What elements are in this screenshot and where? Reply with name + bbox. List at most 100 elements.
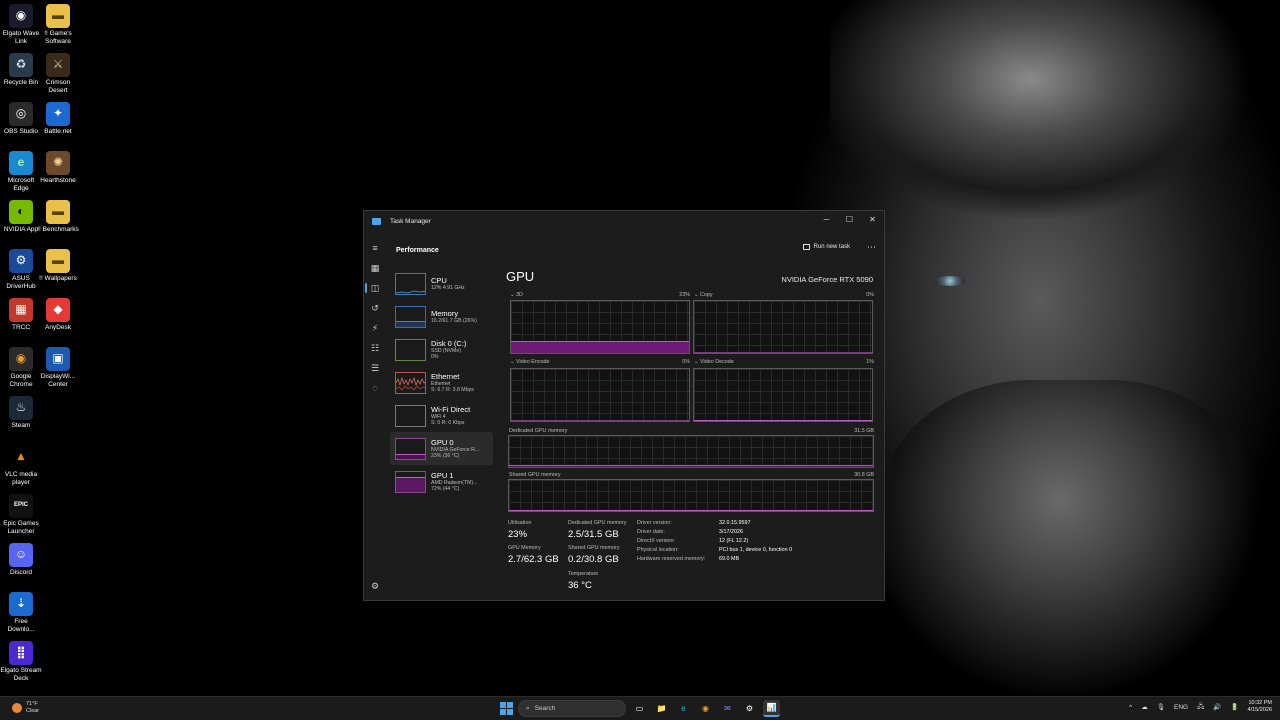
microphone-icon[interactable]: 🎙 bbox=[1157, 703, 1165, 711]
search-placeholder: Search bbox=[534, 705, 556, 712]
chrome-icon[interactable]: ◉ bbox=[697, 700, 714, 717]
desktop-icon[interactable]: ▣ DisplayWi... Center bbox=[37, 347, 79, 388]
battery-icon[interactable]: 🔋 bbox=[1230, 703, 1238, 711]
device-gpu-0[interactable]: GPU 0 NVIDIA GeForce R... 23% (36 °C) bbox=[390, 432, 493, 465]
desktop-icon-label: TRCC bbox=[11, 324, 31, 331]
desktop-app-icon: EPIC bbox=[9, 494, 33, 518]
processes-nav-icon[interactable]: ▦ bbox=[364, 259, 386, 277]
desktop-app-icon: ▦ bbox=[9, 298, 33, 322]
start-button-icon[interactable] bbox=[500, 702, 513, 715]
more-options-icon[interactable]: ⋯ bbox=[867, 242, 876, 253]
desktop-app-icon: ⚙ bbox=[9, 249, 33, 273]
desktop-icon[interactable]: e Microsoft Edge bbox=[0, 151, 42, 192]
device-wifi-direct[interactable]: Wi-Fi Direct WiFi 4 S: 0 R: 0 Kbps bbox=[390, 399, 493, 432]
taskbar-search-box[interactable]: ⌕ Search bbox=[518, 700, 626, 717]
tray-overflow-icon[interactable]: ^ bbox=[1129, 704, 1132, 711]
desktop-icon[interactable]: ⚙ ASUS DriverHub bbox=[0, 249, 42, 290]
weather-temperature: 71°F bbox=[26, 701, 38, 707]
desktop-icon-label: Steam bbox=[11, 422, 31, 429]
mail-icon[interactable]: ✉ bbox=[719, 700, 736, 717]
task-view-icon[interactable]: ▭ bbox=[631, 700, 648, 717]
desktop-icon[interactable]: ⚔ Crimson Desert bbox=[37, 53, 79, 94]
settings-gear-icon[interactable]: ⚙ bbox=[364, 578, 386, 594]
desktop-icon[interactable]: ✦ Battle.net bbox=[37, 102, 79, 136]
performance-nav-icon[interactable]: ◫ bbox=[364, 279, 386, 297]
engine-copy-label[interactable]: ⌄ Copy bbox=[694, 292, 713, 298]
desktop-icon-label: Google Chrome bbox=[9, 373, 33, 388]
minimize-button[interactable]: ─ bbox=[815, 211, 838, 227]
run-new-task-button[interactable]: Run new task bbox=[802, 244, 850, 250]
dedicated-memory-graph bbox=[508, 435, 874, 468]
device-ethernet[interactable]: Ethernet Ethernet S: 6.7 R: 3.8 Mbps bbox=[390, 366, 493, 399]
desktop-icon[interactable]: ▬ !! Wallpapers bbox=[37, 249, 79, 283]
app-history-nav-icon[interactable]: ↺ bbox=[364, 299, 386, 317]
device-disk[interactable]: Disk 0 (C:) SSD (NVMe) 0% bbox=[390, 333, 493, 366]
services-nav-icon[interactable]: ◌ bbox=[364, 379, 386, 397]
ethernet-info: Ethernet Ethernet S: 6.7 R: 3.8 Mbps bbox=[431, 372, 474, 394]
directx-version-label: DirectX version: bbox=[637, 538, 676, 544]
desktop-app-icon: ⣿ bbox=[9, 641, 33, 665]
device-gpu-1[interactable]: GPU 1 AMD Radeon(TM)... 72% (44 °C) bbox=[390, 465, 493, 498]
hamburger-menu-icon[interactable]: ≡ bbox=[364, 239, 386, 257]
task-manager-taskbar-icon[interactable]: 📊 bbox=[763, 700, 780, 717]
title-bar[interactable]: Task Manager ─ ☐ ✕ bbox=[364, 211, 884, 231]
desktop-icon[interactable]: ♻ Recycle Bin bbox=[0, 53, 42, 87]
network-icon[interactable]: 🖧 bbox=[1197, 702, 1204, 713]
maximize-button[interactable]: ☐ bbox=[838, 211, 861, 227]
file-explorer-icon[interactable]: 📁 bbox=[653, 700, 670, 717]
page-title: Performance bbox=[396, 246, 439, 254]
device-detail: 12% 4.91 GHz bbox=[431, 284, 465, 291]
engine-video-decode-label[interactable]: ⌄ Video Decode bbox=[694, 359, 734, 365]
details-nav-icon[interactable]: ☰ bbox=[364, 359, 386, 377]
desktop-icon-label: Free Downlo... bbox=[7, 618, 35, 633]
volume-icon[interactable]: 🔊 bbox=[1213, 703, 1221, 711]
desktop-icon[interactable]: ▬ !! Game's Software bbox=[37, 4, 79, 45]
device-detail-2: S: 0 R: 0 Kbps bbox=[431, 420, 465, 426]
startup-apps-nav-icon[interactable]: ⚡ bbox=[364, 319, 386, 337]
desktop-icon[interactable]: EPIC Epic Games Launcher bbox=[0, 494, 42, 535]
desktop-icon[interactable]: ◉ Google Chrome bbox=[0, 347, 42, 388]
desktop-icon[interactable]: ◉ Elgato Wave Link bbox=[0, 4, 42, 45]
dedicated-stat-label: Dedicated GPU memory bbox=[568, 520, 627, 526]
desktop-icon[interactable]: ▬ !! Benchmarks bbox=[37, 200, 79, 234]
users-nav-icon[interactable]: ☷ bbox=[364, 339, 386, 357]
language-indicator[interactable]: ENG bbox=[1174, 704, 1188, 711]
desktop-icon[interactable]: ✺ Hearthstone bbox=[37, 151, 79, 185]
desktop-icon[interactable]: ▲ VLC media player bbox=[0, 445, 42, 486]
desktop-icon[interactable]: ▦ TRCC bbox=[0, 298, 42, 332]
desktop-icon-label: NVIDIA App bbox=[3, 226, 39, 233]
desktop-icon[interactable]: ◎ OBS Studio bbox=[0, 102, 42, 136]
directx-version-value: 12 (FL 12.2) bbox=[719, 538, 749, 544]
desktop-app-icon: ◎ bbox=[9, 102, 33, 126]
task-manager-icon bbox=[372, 217, 381, 225]
desktop-icon[interactable]: ☺ Discord bbox=[0, 543, 42, 577]
utilisation-value: 23% bbox=[508, 529, 528, 540]
engine-3d-label[interactable]: ⌄ 3D bbox=[510, 292, 523, 298]
settings-icon[interactable]: ⚙ bbox=[741, 700, 758, 717]
desktop-app-icon: ♨ bbox=[9, 396, 33, 420]
device-detail: 16.2/61.7 GB (26%) bbox=[431, 317, 477, 324]
weather-widget[interactable]: 71°F Clear bbox=[12, 701, 39, 714]
desktop-icon[interactable]: ♨ Steam bbox=[0, 396, 42, 430]
desktop-icon[interactable]: ◐ NVIDIA App bbox=[0, 200, 42, 234]
utilisation-label: Utilisation bbox=[508, 520, 532, 526]
device-list: CPU 12% 4.91 GHz Memory 16.2/61.7 GB (26… bbox=[390, 267, 494, 498]
desktop-icon[interactable]: ◆ AnyDesk bbox=[37, 298, 79, 332]
window-controls: ─ ☐ ✕ bbox=[815, 211, 884, 227]
device-cpu[interactable]: CPU 12% 4.91 GHz bbox=[390, 267, 493, 300]
clock[interactable]: 10:32 PM 4/15/2026 bbox=[1248, 700, 1272, 714]
driver-version-label: Driver version: bbox=[637, 520, 672, 526]
engine-copy-fill bbox=[694, 352, 872, 353]
edge-icon[interactable]: e bbox=[675, 700, 692, 717]
desktop-icon[interactable]: ⣿ Elgato Stream Deck bbox=[0, 641, 42, 682]
close-button[interactable]: ✕ bbox=[861, 211, 884, 227]
weather-moon-icon bbox=[12, 702, 22, 713]
device-memory[interactable]: Memory 16.2/61.7 GB (26%) bbox=[390, 300, 493, 333]
engine-video-encode-label[interactable]: ⌄ Video Encode bbox=[510, 359, 550, 365]
shared-memory-level bbox=[509, 510, 873, 511]
onedrive-icon[interactable]: ☁ bbox=[1141, 703, 1148, 711]
gpu1-thumbnail bbox=[395, 470, 426, 493]
desktop-icon[interactable]: ⇣ Free Downlo... bbox=[0, 592, 42, 633]
device-name: GPU 1 bbox=[431, 470, 454, 480]
desktop-app-icon: ◉ bbox=[9, 4, 33, 28]
